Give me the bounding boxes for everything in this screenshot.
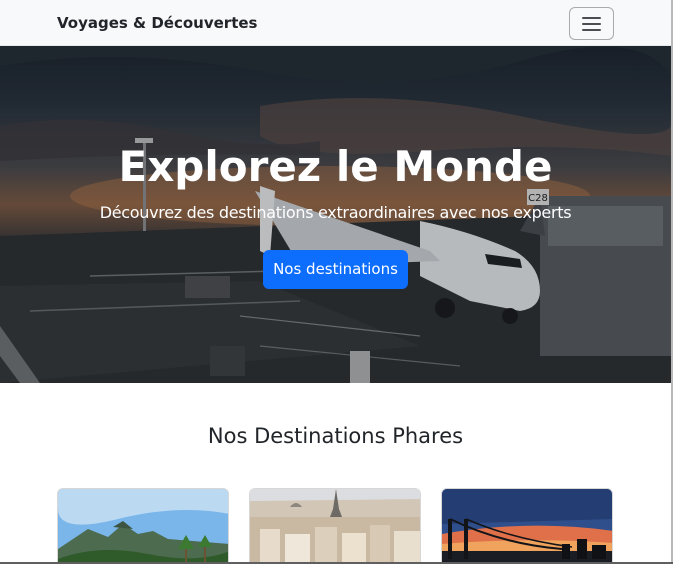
navbar-toggler-button[interactable] bbox=[569, 7, 614, 40]
navbar: Voyages & Découvertes bbox=[0, 0, 671, 46]
destination-card-tropical[interactable] bbox=[57, 488, 229, 563]
hero-subtitle: Découvrez des destinations extraordinair… bbox=[99, 203, 572, 222]
destinations-section-title: Nos Destinations Phares bbox=[207, 424, 464, 448]
navbar-brand[interactable]: Voyages & Découvertes bbox=[57, 14, 257, 32]
hero-title: Explorez le Monde bbox=[118, 142, 553, 191]
page: Voyages & Découvertes C28 Explorez le Mo… bbox=[0, 0, 671, 563]
destination-card-bridge[interactable] bbox=[441, 488, 613, 563]
tropical-island-image bbox=[58, 489, 228, 563]
bridge-sunset-image bbox=[442, 489, 612, 563]
hero-section: C28 Explorez le Monde Découvrez des dest… bbox=[0, 46, 671, 383]
destination-card-paris[interactable] bbox=[249, 488, 421, 563]
destinations-button[interactable]: Nos destinations bbox=[263, 250, 408, 289]
paris-cityscape-image bbox=[250, 489, 420, 563]
